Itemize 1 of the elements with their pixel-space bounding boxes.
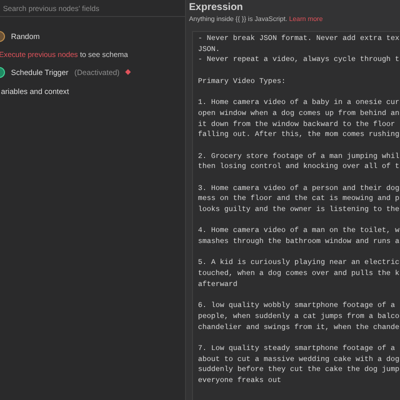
panel-title: Expression [189, 2, 244, 15]
